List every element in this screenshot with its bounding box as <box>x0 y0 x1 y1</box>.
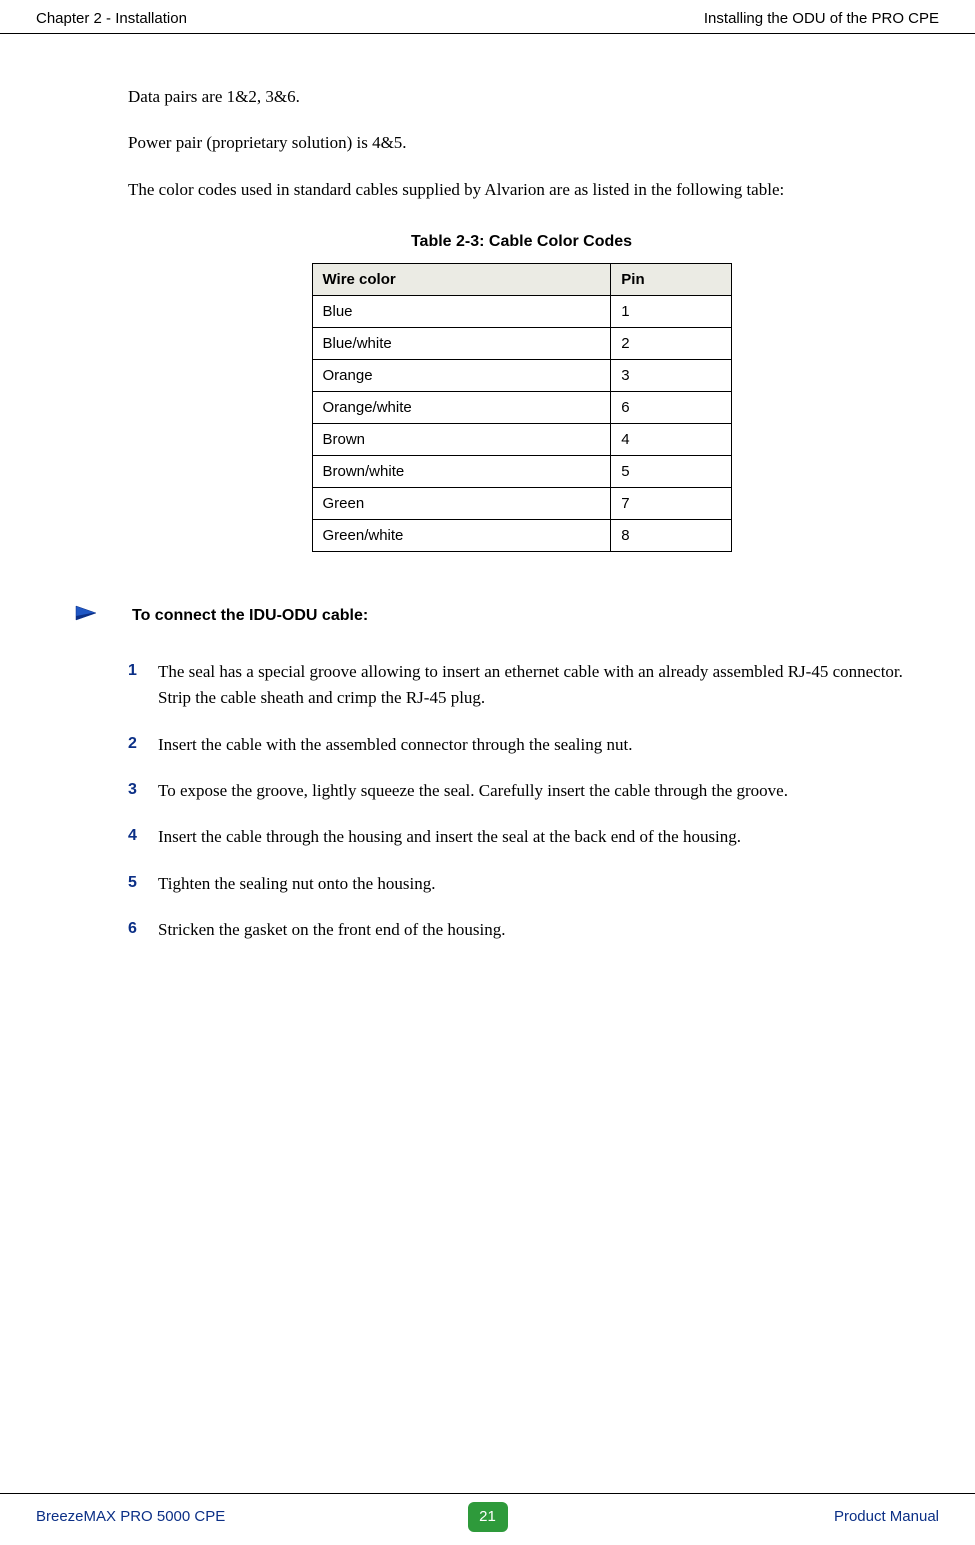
table-container: Table 2-3: Cable Color Codes Wire color … <box>128 233 915 552</box>
paragraph: The color codes used in standard cables … <box>128 177 915 203</box>
table-cell: 8 <box>611 520 731 552</box>
table-row: Green/white 8 <box>312 520 731 552</box>
table-cell: 2 <box>611 328 731 360</box>
footer-manual: Product Manual <box>834 1508 939 1525</box>
table-cell: Blue <box>312 296 611 328</box>
table-cell: Green <box>312 488 611 520</box>
step-item: The seal has a special groove allowing t… <box>128 659 915 712</box>
table-cell: 7 <box>611 488 731 520</box>
table-cell: Blue/white <box>312 328 611 360</box>
table-cell: Orange/white <box>312 392 611 424</box>
table-cell: 1 <box>611 296 731 328</box>
table-cell: Brown/white <box>312 456 611 488</box>
paragraph: Data pairs are 1&2, 3&6. <box>128 84 915 110</box>
table-cell: 3 <box>611 360 731 392</box>
table-row: Orange 3 <box>312 360 731 392</box>
header-chapter: Chapter 2 - Installation <box>36 10 187 27</box>
paragraph: Power pair (proprietary solution) is 4&5… <box>128 130 915 156</box>
table-cell: Green/white <box>312 520 611 552</box>
header-section: Installing the ODU of the PRO CPE <box>704 10 939 27</box>
table-cell: 4 <box>611 424 731 456</box>
table-cell: Orange <box>312 360 611 392</box>
step-item: Insert the cable through the housing and… <box>128 824 915 850</box>
table-row: Brown/white 5 <box>312 456 731 488</box>
cable-color-table: Wire color Pin Blue 1 Blue/white 2 Orang… <box>312 263 732 552</box>
page-footer: BreezeMAX PRO 5000 CPE 21 Product Manual <box>0 1493 975 1545</box>
step-item: Tighten the sealing nut onto the housing… <box>128 871 915 897</box>
table-row: Brown 4 <box>312 424 731 456</box>
page-header: Chapter 2 - Installation Installing the … <box>0 0 975 34</box>
table-cell: Brown <box>312 424 611 456</box>
footer-page-number: 21 <box>468 1502 508 1532</box>
table-cell: 6 <box>611 392 731 424</box>
table-row: Green 7 <box>312 488 731 520</box>
table-header-pin: Pin <box>611 264 731 296</box>
table-cell: 5 <box>611 456 731 488</box>
step-item: Stricken the gasket on the front end of … <box>128 917 915 943</box>
procedure-title: To connect the IDU-ODU cable: <box>132 607 368 625</box>
page-content: Data pairs are 1&2, 3&6. Power pair (pro… <box>0 34 975 943</box>
procedure-steps: The seal has a special groove allowing t… <box>128 659 915 943</box>
step-item: Insert the cable with the assembled conn… <box>128 732 915 758</box>
arrow-right-icon <box>74 602 108 629</box>
procedure-heading: To connect the IDU-ODU cable: <box>74 602 915 629</box>
table-row: Blue 1 <box>312 296 731 328</box>
step-item: To expose the groove, lightly squeeze th… <box>128 778 915 804</box>
table-row: Orange/white 6 <box>312 392 731 424</box>
table-header-wire-color: Wire color <box>312 264 611 296</box>
table-row: Blue/white 2 <box>312 328 731 360</box>
table-caption: Table 2-3: Cable Color Codes <box>411 233 632 251</box>
page-badge: 21 <box>468 1502 508 1532</box>
footer-product: BreezeMAX PRO 5000 CPE <box>36 1508 225 1525</box>
